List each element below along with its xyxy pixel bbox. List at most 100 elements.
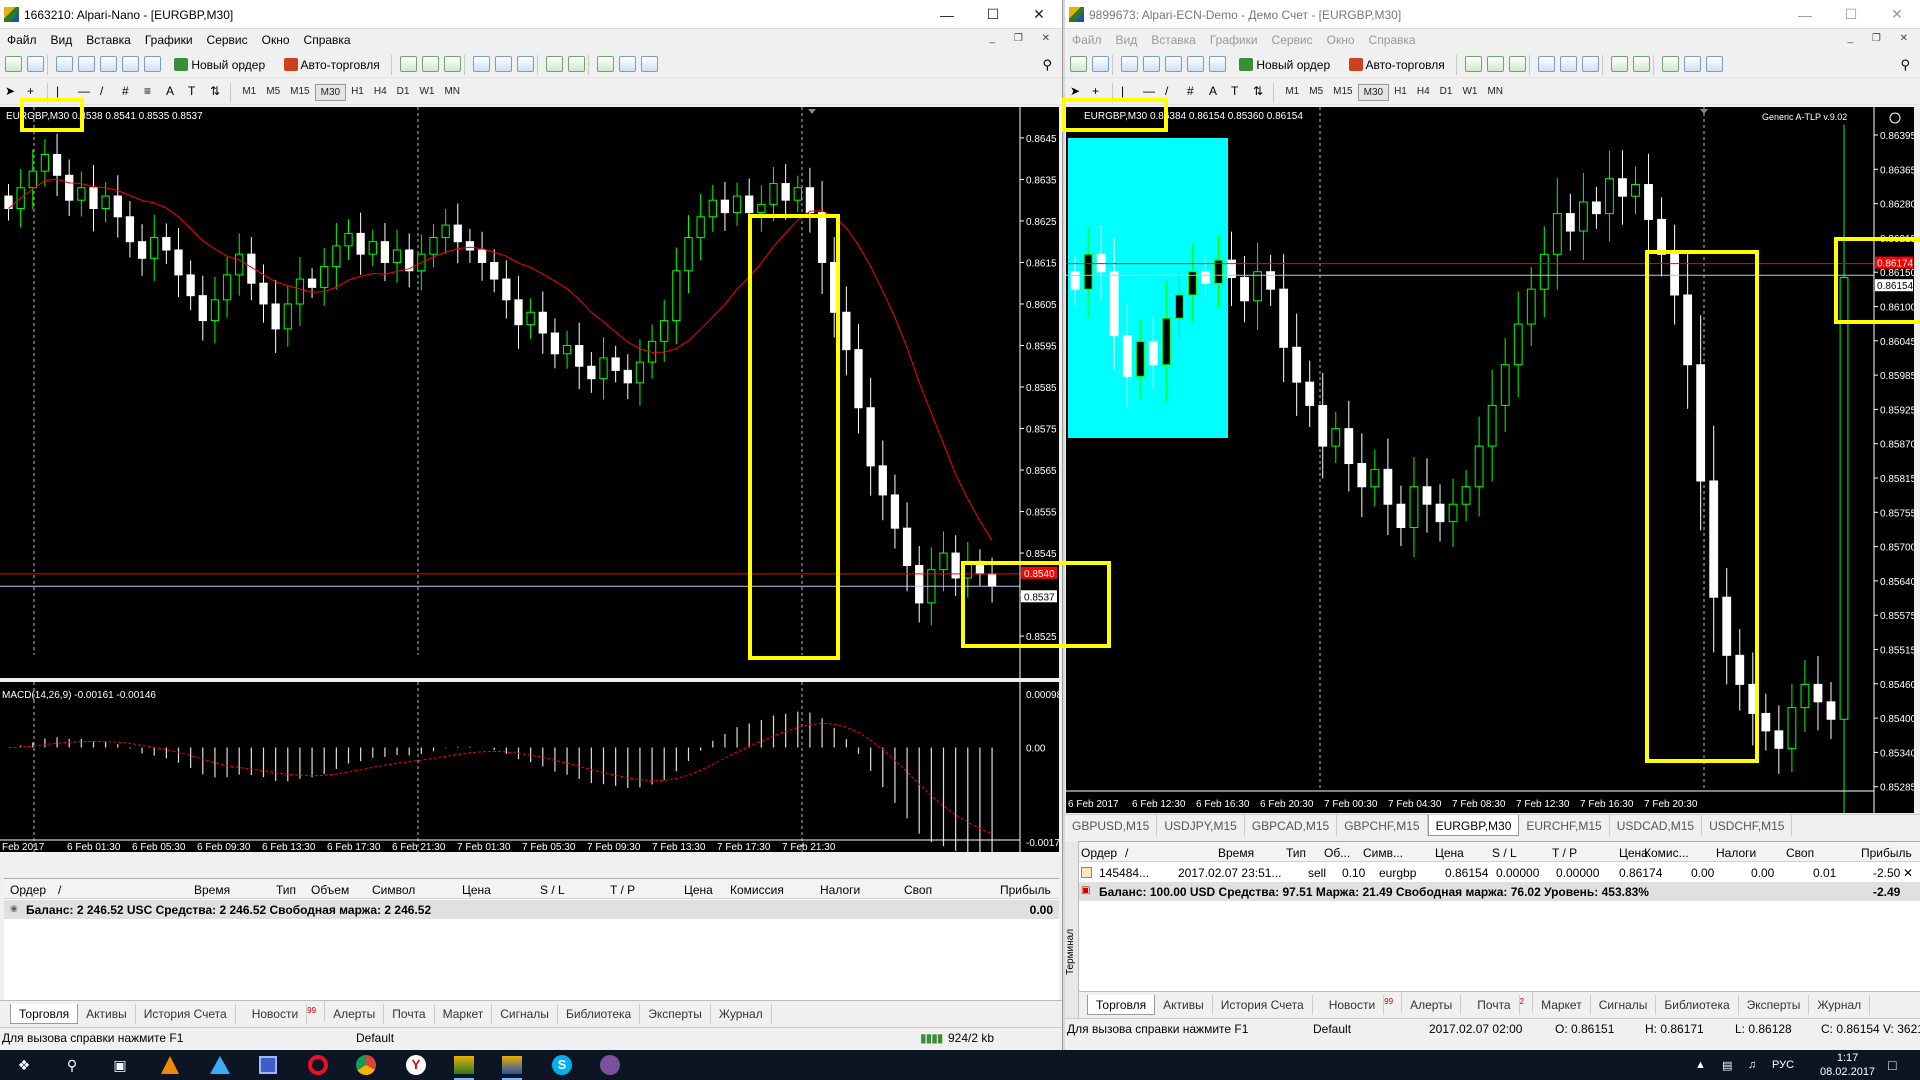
col-sl[interactable]: S / L [1492,846,1517,860]
symtab-usdchf[interactable]: USDCHF,M15 [1702,815,1793,836]
maximize-icon[interactable]: ☐ [1828,0,1874,29]
col-profit[interactable]: Прибыль [1000,883,1051,897]
data-window-icon[interactable] [78,56,95,72]
col-taxes[interactable]: Налоги [820,883,860,897]
right-status-profile[interactable]: Default [1313,1022,1351,1036]
clock[interactable]: 1:17 08.02.2017 [1820,1050,1875,1080]
tab-market[interactable]: Маркет [1533,995,1591,1015]
tab-signals[interactable]: Сигналы [1591,995,1657,1015]
yandex-icon[interactable]: Y [404,1054,428,1076]
market-watch-icon[interactable] [1121,56,1138,72]
mt4-icon-2[interactable] [500,1054,524,1080]
col-price2[interactable]: Цена [684,883,713,897]
menu-tools[interactable]: Сервис [200,30,255,47]
col-type[interactable]: Тип [1286,846,1306,860]
tab-exposure[interactable]: Активы [1155,995,1213,1015]
close-order-icon[interactable]: ✕ [1903,866,1913,880]
line-chart-icon[interactable] [1509,56,1527,72]
line-chart-icon[interactable] [444,56,462,72]
menu-tools[interactable]: Сервис [1265,30,1320,47]
floppy-icon[interactable] [256,1054,280,1076]
left-title-bar[interactable]: 1663210: Alpari-Nano - [EURGBP,M30] — ☐ … [0,0,1062,29]
tf-w1[interactable]: W1 [1457,84,1482,99]
tf-m15[interactable]: M15 [285,84,314,99]
tab-trade[interactable]: Торговля [10,1004,79,1024]
chart-shift-icon[interactable] [568,56,586,72]
tab-mailbox[interactable]: Почта [384,1004,435,1024]
hline-icon[interactable]: — [78,84,95,100]
periods-icon[interactable] [1684,56,1702,72]
indicators-icon[interactable] [597,56,615,72]
new-chart-icon[interactable] [5,56,22,72]
col-sl[interactable]: S / L [540,883,565,897]
terminal-icon[interactable] [1187,56,1204,72]
network-icon[interactable]: ▤ [1722,1050,1732,1080]
tester-icon[interactable] [1209,56,1226,72]
text-icon[interactable]: A [1209,84,1226,100]
search-icon[interactable]: ⚲ [1900,57,1910,73]
tf-m5[interactable]: M5 [1304,84,1328,99]
symtab-gbpchf[interactable]: GBPCHF,M15 [1337,815,1428,836]
symtab-usdcad[interactable]: USDCAD,M15 [1610,815,1703,836]
tf-m30[interactable]: M30 [314,84,347,101]
zoom-in-icon[interactable] [1538,56,1556,72]
periods-icon[interactable] [619,56,637,72]
col-price[interactable]: Цена [462,883,491,897]
navigator-icon[interactable] [100,56,117,72]
tab-journal[interactable]: Журнал [711,1004,772,1024]
menu-view[interactable]: Вид [44,30,80,47]
zoom-out-icon[interactable] [1560,56,1578,72]
close-icon[interactable]: ✕ [1016,0,1062,29]
label-icon[interactable]: T [188,84,205,100]
candle-chart-icon[interactable] [422,56,440,72]
menu-file[interactable]: Файл [1065,30,1109,47]
col-tp[interactable]: T / P [610,883,635,897]
symtab-usdjpy[interactable]: USDJPY,M15 [1157,815,1245,836]
tab-library[interactable]: Библиотека [1656,995,1739,1015]
tf-h4[interactable]: H4 [1412,84,1435,99]
vline-icon[interactable]: | [56,84,73,100]
tray-arrow-icon[interactable]: ▲ [1695,1050,1706,1080]
navigator-icon[interactable] [1165,56,1182,72]
minimize-icon[interactable]: — [1782,0,1828,29]
tile-windows-icon[interactable] [1582,56,1600,72]
label-icon[interactable]: T [1231,84,1248,100]
language-indicator[interactable]: РУС [1772,1050,1794,1080]
col-symbol[interactable]: Симв... [1363,846,1403,860]
col-swap[interactable]: Своп [1786,846,1814,860]
col-swap[interactable]: Своп [904,883,932,897]
col-order[interactable]: Ордер [10,883,46,897]
viber-icon[interactable] [598,1054,622,1076]
left-macd-panel[interactable]: 0.00098 0.00 -0.00173 Feb 2017 6 Feb 01:30 6 … [0,682,1059,852]
cursor-icon[interactable]: ➤ [5,84,22,100]
menu-insert[interactable]: Вставка [79,30,138,47]
tab-exposure[interactable]: Активы [78,1004,136,1024]
tf-d1[interactable]: D1 [1435,84,1458,99]
market-watch-icon[interactable] [56,56,73,72]
mdi-controls-icon[interactable]: _ ❐ ✕ [1848,33,1916,44]
tile-windows-icon[interactable] [517,56,535,72]
templates-icon[interactable] [641,56,659,72]
fibo-icon[interactable]: ≡ [144,84,161,100]
right-balance-row[interactable]: ▣ Баланс: 100.00 USD Средства: 97.51 Мар… [1079,882,1920,901]
search-icon[interactable]: ⚲ [60,1054,84,1076]
col-type[interactable]: Тип [276,883,296,897]
profiles-icon[interactable] [27,56,44,72]
tab-alerts[interactable]: Алерты [325,1004,385,1024]
trendline-icon[interactable]: / [100,84,117,100]
tf-d1[interactable]: D1 [392,84,415,99]
maximize-icon[interactable]: ☐ [970,0,1016,29]
auto-trading-button[interactable]: Авто-торговля [1344,54,1450,76]
terminal-icon[interactable] [122,56,139,72]
channel-icon[interactable]: # [122,84,139,100]
new-chart-icon[interactable] [1070,56,1087,72]
templates-icon[interactable] [1706,56,1724,72]
arrows-icon[interactable]: ⇅ [1253,84,1270,100]
hline-icon[interactable]: — [1143,84,1160,100]
tf-m15[interactable]: M15 [1328,84,1357,99]
col-symbol[interactable]: Символ [372,883,415,897]
search-icon[interactable]: ⚲ [1042,57,1052,73]
tab-experts[interactable]: Эксперты [1739,995,1810,1015]
tab-market[interactable]: Маркет [435,1004,493,1024]
menu-view[interactable]: Вид [1109,30,1145,47]
